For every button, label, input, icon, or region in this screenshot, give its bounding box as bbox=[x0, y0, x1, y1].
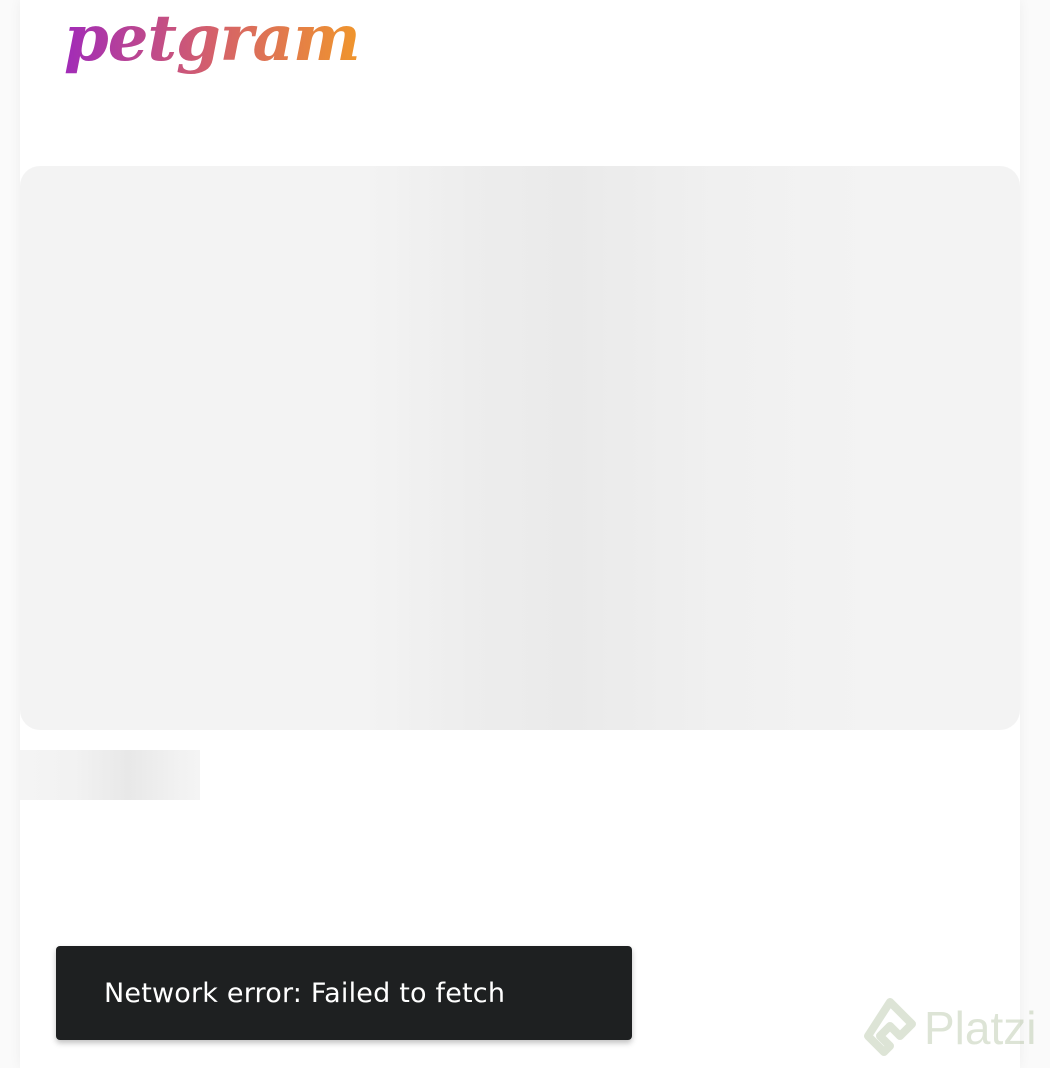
like-button-skeleton bbox=[20, 750, 200, 800]
snackbar-message: Network error: Failed to fetch bbox=[104, 977, 506, 1009]
watermark-text: Platzi bbox=[924, 1002, 1037, 1054]
photo-card-skeleton bbox=[20, 166, 1020, 730]
error-snackbar: Network error: Failed to fetch bbox=[56, 946, 632, 1040]
platzi-watermark: Platzi bbox=[862, 996, 1050, 1060]
platzi-logo-icon bbox=[864, 998, 916, 1056]
petgram-logo[interactable]: petgram bbox=[60, 0, 390, 84]
app-container: petgram bbox=[20, 0, 1020, 1068]
logo-text: petgram bbox=[64, 1, 360, 76]
logo-wordmark: petgram bbox=[64, 1, 361, 76]
